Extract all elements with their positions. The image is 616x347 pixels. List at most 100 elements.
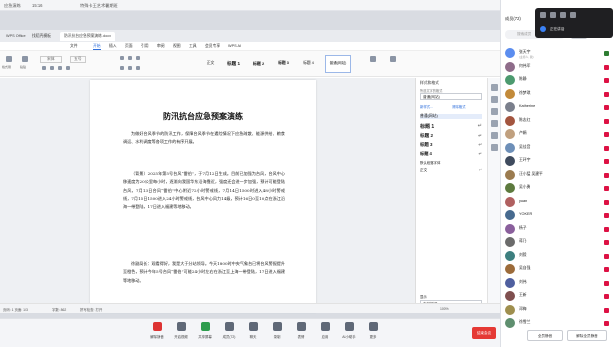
number-list-icon[interactable] — [128, 56, 132, 60]
participant-row[interactable]: Katherine — [505, 102, 615, 114]
mic-icon[interactable] — [540, 12, 546, 18]
align-right-icon[interactable] — [136, 66, 140, 70]
mic-off-icon[interactable] — [604, 253, 609, 259]
participant-row[interactable]: 张天宇 (主持人, 我) — [505, 48, 615, 60]
document-page[interactable]: 防汛抗台应急预案演练 为做好台风季节的防汛工作，保障台风季节在遇险情况下应急疏散… — [90, 80, 316, 312]
share-screen-button[interactable]: 共享屏幕 — [194, 322, 216, 339]
menu-tools[interactable]: 工具 — [189, 44, 197, 49]
reactions-button[interactable]: 表情 — [290, 322, 312, 339]
share-icon[interactable] — [491, 144, 498, 151]
participant-row[interactable]: 吴佳音 — [505, 142, 615, 155]
mic-off-icon[interactable] — [604, 186, 609, 191]
participant-row[interactable]: 吴自强 — [505, 264, 615, 276]
participant-row[interactable]: 徐雪兰 — [505, 318, 615, 330]
participant-row[interactable]: yuan — [505, 196, 615, 209]
participant-row[interactable]: 卢娟 — [505, 129, 615, 141]
menu-home[interactable]: 开始 — [93, 44, 101, 50]
current-style-field[interactable]: 普通(网站) — [420, 93, 482, 100]
more-button[interactable]: 更多 — [362, 322, 384, 339]
style-list-item[interactable]: 标题 3 ↵ — [420, 142, 482, 148]
style-list-item[interactable]: 标题 2 ↵ — [420, 133, 482, 139]
mic-on-icon[interactable] — [604, 51, 609, 56]
participant-row[interactable]: YOKER — [505, 210, 615, 222]
style-normal[interactable]: 正文 — [200, 55, 221, 73]
mic-off-icon[interactable] — [604, 280, 609, 286]
record-button[interactable]: 录制 — [266, 322, 288, 339]
mic-off-icon[interactable] — [604, 159, 609, 164]
align-center-icon[interactable] — [128, 66, 132, 70]
menu-member[interactable]: 会员专享 — [205, 44, 220, 49]
share-icon[interactable] — [560, 12, 566, 18]
mic-off-icon[interactable] — [604, 78, 609, 83]
pen-icon[interactable] — [491, 96, 498, 103]
menu-wps-ai[interactable]: WPS AI — [228, 44, 241, 48]
mic-off-icon[interactable] — [604, 118, 609, 124]
mic-off-icon[interactable] — [604, 64, 609, 70]
find-replace-icon[interactable] — [370, 56, 376, 62]
word-count[interactable]: 字数: 862 — [52, 307, 66, 312]
underline-icon[interactable] — [58, 66, 62, 70]
mic-off-icon[interactable] — [604, 240, 609, 245]
font-color-icon[interactable] — [66, 66, 70, 70]
menu-insert[interactable]: 插入 — [109, 44, 117, 49]
participant-row[interactable]: 汪小猛 吴建平 — [505, 169, 615, 182]
select-icon[interactable] — [491, 108, 498, 115]
mic-off-icon[interactable] — [604, 294, 609, 299]
paste-icon[interactable] — [22, 56, 28, 62]
style-heading-1[interactable]: 标题 1 — [223, 55, 244, 73]
style-list-item[interactable]: 普通(网站) — [420, 114, 482, 119]
participant-row[interactable]: 陈志红 — [505, 115, 615, 128]
font-size-select[interactable]: 五号 — [70, 56, 86, 63]
style-heading-2[interactable]: 标题 2 — [248, 55, 269, 73]
align-left-icon[interactable] — [120, 66, 124, 70]
members-button[interactable]: 成员(72) — [218, 322, 240, 339]
mic-off-icon[interactable] — [604, 105, 609, 110]
shape-icon[interactable] — [491, 120, 498, 127]
unmute-button[interactable]: 解除静音 — [146, 322, 168, 339]
menu-file[interactable]: 文件 — [70, 44, 78, 49]
format-painter-icon[interactable] — [6, 56, 12, 62]
style-heading-3[interactable]: 标题 3 — [273, 55, 294, 73]
style-icon[interactable] — [491, 84, 498, 91]
spell-check[interactable]: 拼写检查: 打开 — [80, 307, 102, 312]
zoom-level[interactable]: 100% — [440, 307, 449, 311]
menu-page[interactable]: 页面 — [125, 44, 133, 49]
mic-off-icon[interactable] — [604, 91, 609, 97]
mic-off-icon[interactable] — [604, 267, 609, 272]
style-list-item[interactable]: 正文 ↵ — [420, 168, 482, 173]
clear-format-button[interactable]: 清除格式 — [452, 104, 482, 109]
tab-templates[interactable]: 找稻壳模板 — [28, 32, 55, 41]
settings-icon[interactable] — [491, 132, 498, 139]
menu-view[interactable]: 视图 — [173, 44, 181, 49]
participant-row[interactable]: 杨子 — [505, 223, 615, 236]
mic-off-icon[interactable] — [604, 132, 609, 137]
mute-all-button[interactable]: 全员静音 — [527, 330, 563, 341]
participant-row[interactable]: 蒋乃 — [505, 237, 615, 249]
start-video-button[interactable]: 开启视频 — [170, 322, 192, 339]
mic-off-icon[interactable] — [604, 226, 609, 232]
apps-button[interactable]: 应用 — [314, 322, 336, 339]
tab-document[interactable]: 防汛抗台应急预案演练.docx — [60, 32, 116, 41]
ai-assistant-button[interactable]: AI小助手 — [338, 322, 360, 339]
expand-icon[interactable] — [570, 12, 576, 18]
select-icon[interactable] — [390, 56, 396, 62]
tab-wps-office[interactable]: WPS Office — [2, 32, 30, 41]
video-icon[interactable] — [550, 12, 556, 18]
participant-row[interactable]: 陈静 — [505, 75, 615, 87]
participant-row[interactable]: 徐梦琪 — [505, 88, 615, 101]
mic-off-icon[interactable] — [604, 213, 609, 218]
unmute-all-button[interactable]: 解除全员静音 — [567, 330, 607, 341]
menu-review[interactable]: 审阅 — [157, 44, 165, 49]
participant-row[interactable]: 邓梅 — [505, 304, 615, 317]
italic-icon[interactable] — [50, 66, 54, 70]
style-list-item[interactable]: 标题 4 ↵ — [420, 151, 482, 157]
participant-row[interactable]: 刘毅 — [505, 250, 615, 263]
style-list-item[interactable]: 标题 1 ↵ — [420, 123, 482, 130]
style-list-item[interactable]: 默认段落字体 — [420, 160, 482, 165]
mic-off-icon[interactable] — [604, 307, 609, 313]
indent-icon[interactable] — [136, 56, 140, 60]
style-heading-4[interactable]: 标题 4 — [298, 55, 319, 73]
participant-row[interactable]: 吴小勇 — [505, 183, 615, 195]
style-web-normal[interactable]: 普通(网站) — [325, 55, 351, 73]
participant-row[interactable]: 刘伟 — [505, 277, 615, 290]
